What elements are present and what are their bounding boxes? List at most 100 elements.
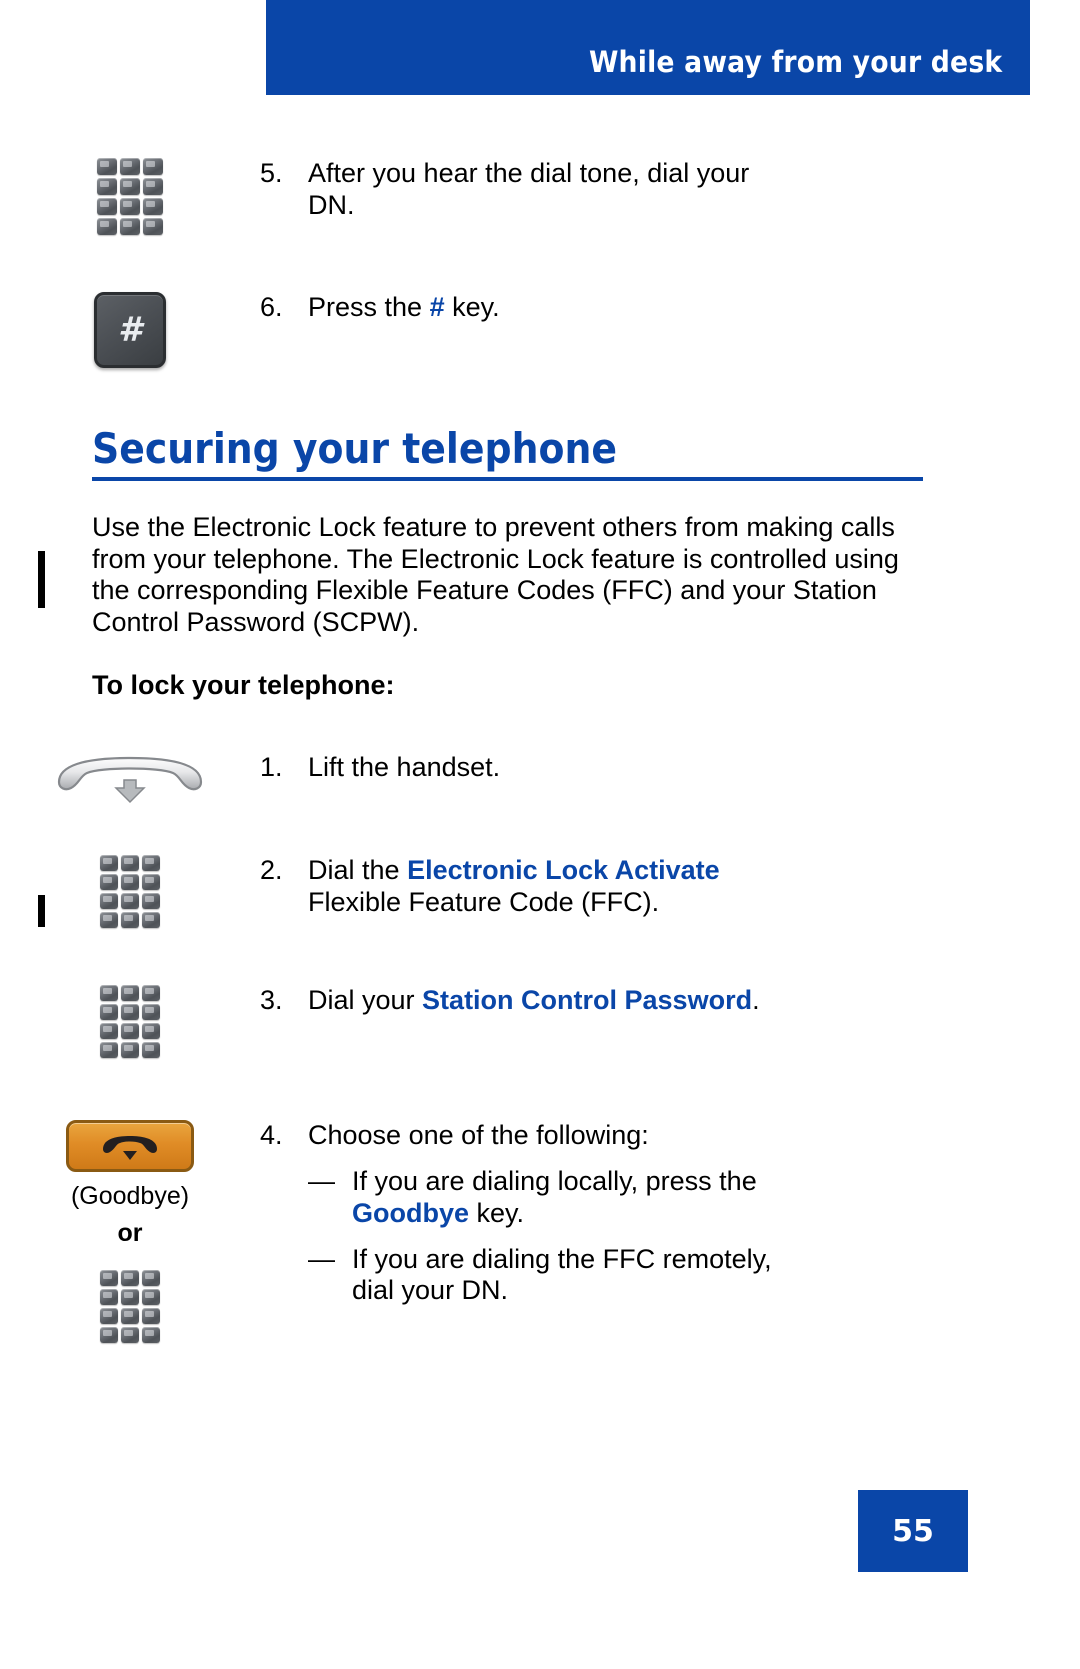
dash-body: If you are dialing the FFC remotely, dial… — [352, 1244, 960, 1308]
bullet-1-suffix: key. — [469, 1197, 525, 1228]
handset-icon-svg — [57, 756, 203, 804]
keypad-key — [121, 1289, 139, 1305]
step-6-icon-cell: # — [0, 292, 260, 368]
page-number: 55 — [892, 1513, 934, 1549]
procedure-step-2-emphasis: Electronic Lock Activate — [407, 855, 720, 885]
keypad-key — [143, 198, 163, 215]
keypad-key — [100, 1004, 118, 1020]
keypad-key — [142, 874, 160, 890]
change-bar — [38, 551, 45, 608]
goodbye-handset-glyph — [103, 1136, 157, 1160]
procedure-step-4-body: Choose one of the following: — If you ar… — [308, 1120, 960, 1307]
keypad-key — [120, 218, 140, 235]
hash-key-icon: # — [94, 292, 166, 368]
step-6-suffix: key. — [444, 292, 500, 322]
keypad-key — [120, 158, 140, 175]
step-5-number: 5. — [260, 158, 283, 188]
keypad-key — [121, 855, 139, 871]
keypad-key — [121, 893, 139, 909]
step-6-number: 6. — [260, 292, 283, 322]
keypad-key — [97, 198, 117, 215]
procedure-step-4-icon-cell: (Goodbye) or — [0, 1120, 260, 1343]
procedure-step-1-text-cell: 1. Lift the handset. — [260, 752, 960, 784]
running-header-title: While away from your desk — [588, 45, 1002, 79]
section-heading-rule — [92, 477, 923, 481]
step-5-text-line2: DN. — [308, 189, 355, 220]
keypad-key — [100, 1270, 118, 1286]
keypad-icon — [100, 985, 160, 1058]
procedure-step-3-text-cell: 3. Dial your Station Control Password. — [260, 985, 960, 1017]
keypad-key — [142, 1004, 160, 1020]
procedure-step-4-row: (Goodbye) or 4. Choose one of the follow… — [0, 1120, 960, 1343]
keypad-key — [120, 178, 140, 195]
step-5-text-cell: 5. After you hear the dial tone, dial yo… — [260, 158, 960, 222]
keypad-key — [121, 1004, 139, 1020]
procedure-step-3-row: 3. Dial your Station Control Password. — [0, 985, 960, 1058]
keypad-key — [100, 985, 118, 1001]
step-5-text-line1: After you hear the dial tone, dial your — [308, 158, 750, 188]
procedure-step-3-prefix: Dial your — [308, 985, 423, 1015]
keypad-key — [121, 1023, 139, 1039]
keypad-key — [100, 874, 118, 890]
keypad-key — [97, 218, 117, 235]
keypad-key — [142, 1327, 160, 1343]
procedure-step-4-bullet-2: — If you are dialing the FFC remotely, di… — [308, 1244, 960, 1308]
procedure-step-1-line: 1. Lift the handset. — [260, 752, 960, 784]
keypad-key — [100, 912, 118, 928]
keypad-icon — [100, 855, 160, 928]
keypad-key — [100, 1327, 118, 1343]
dash-mark: — — [308, 1243, 335, 1274]
keypad-key — [143, 218, 163, 235]
section-paragraph: Use the Electronic Lock feature to preve… — [92, 512, 899, 637]
procedure-step-3-suffix: . — [752, 985, 760, 1015]
procedure-step-1-number: 1. — [260, 752, 283, 782]
procedure-step-4-bullet-1: — If you are dialing locally, press the G… — [308, 1166, 960, 1230]
procedure-step-1-icon-cell — [0, 752, 260, 804]
procedure-step-2-body: Dial the Electronic Lock Activate Flexibl… — [308, 855, 960, 919]
step-6-line: 6. Press the # key. — [260, 292, 960, 324]
procedure-step-3-number: 3. — [260, 985, 283, 1015]
step-5-row: 5. After you hear the dial tone, dial yo… — [0, 158, 960, 235]
hash-key-glyph: # — [118, 310, 142, 350]
procedure-step-4-text-cell: 4. Choose one of the following: — If you… — [260, 1120, 960, 1307]
keypad-key — [97, 158, 117, 175]
keypad-key — [100, 1023, 118, 1039]
keypad-key — [142, 985, 160, 1001]
bullet-1-emphasis: Goodbye — [352, 1197, 470, 1228]
keypad-key — [100, 1308, 118, 1324]
procedure-step-4-line: 4. Choose one of the following: — If you… — [260, 1120, 960, 1307]
step-5-body: After you hear the dial tone, dial your … — [308, 158, 960, 222]
keypad-key — [142, 1289, 160, 1305]
procedure-step-3-icon-cell — [0, 985, 260, 1058]
keypad-icon — [100, 1270, 160, 1343]
goodbye-key-caption: (Goodbye) — [70, 1182, 190, 1210]
keypad-key — [100, 1042, 118, 1058]
keypad-key — [142, 855, 160, 871]
step-6-row: # 6. Press the # key. — [0, 292, 960, 368]
keypad-key — [121, 985, 139, 1001]
goodbye-key-icon — [66, 1120, 194, 1172]
procedure-step-4-text: Choose one of the following: — [308, 1120, 649, 1150]
keypad-key — [121, 1327, 139, 1343]
dash-body: If you are dialing locally, press the Goo… — [352, 1166, 960, 1230]
keypad-key — [100, 1289, 118, 1305]
keypad-key — [100, 893, 118, 909]
procedure-step-1-body: Lift the handset. — [308, 752, 501, 782]
keypad-key — [100, 855, 118, 871]
procedure-step-3-body: Dial your Station Control Password. — [308, 985, 960, 1017]
procedure-step-2-text-cell: 2. Dial the Electronic Lock Activate Flex… — [260, 855, 960, 919]
procedure-step-2-line: 2. Dial the Electronic Lock Activate Flex… — [260, 855, 960, 919]
bullet-2-line1: If you are dialing the FFC remotely, — [352, 1243, 772, 1274]
step-5-icon-cell — [0, 158, 260, 235]
keypad-icon — [97, 158, 163, 235]
bullet-1-prefix: If you are dialing locally, press the — [352, 1165, 757, 1196]
keypad-key — [97, 178, 117, 195]
keypad-key — [142, 1023, 160, 1039]
keypad-key — [143, 178, 163, 195]
keypad-key — [142, 893, 160, 909]
keypad-key — [142, 1270, 160, 1286]
dash-mark: — — [308, 1165, 335, 1196]
keypad-key — [121, 1270, 139, 1286]
keypad-key — [142, 1308, 160, 1324]
keypad-key — [142, 1042, 160, 1058]
